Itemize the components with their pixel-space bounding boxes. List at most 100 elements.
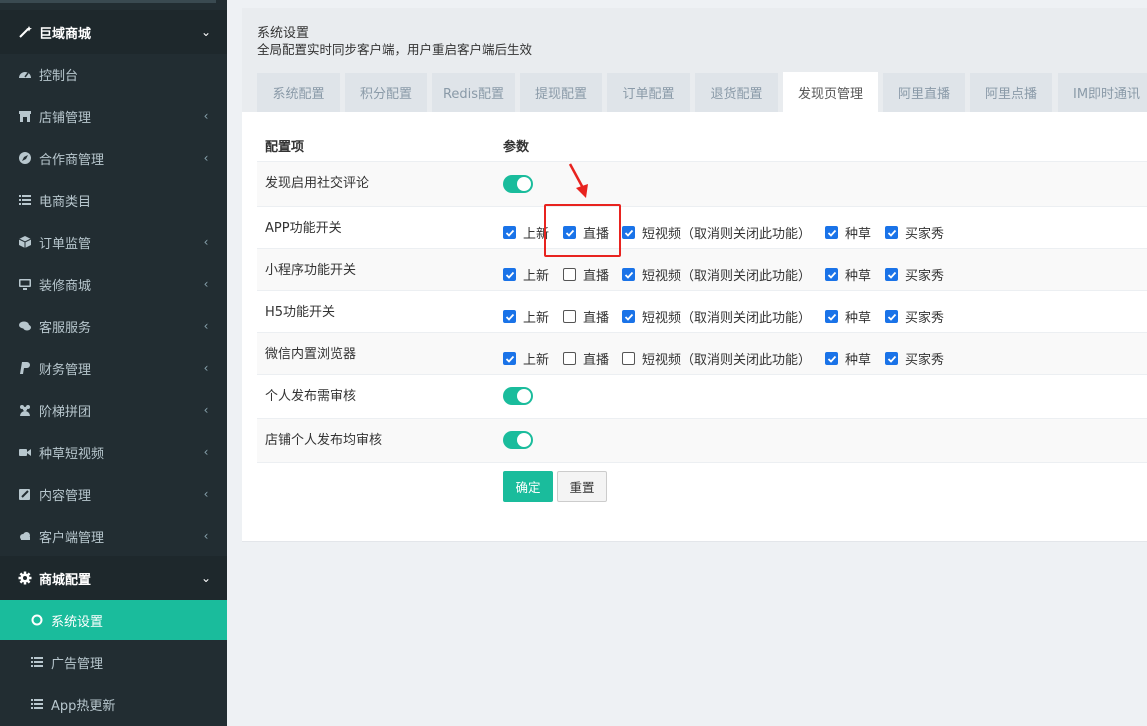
checkbox-box[interactable]	[885, 226, 898, 239]
sidebar-item-6[interactable]: 装修商城 ‹	[0, 263, 227, 305]
main-content: 系统设置 全局配置实时同步客户端，用户重启客户端后生效 系统配置 积分配置 Redi…	[227, 0, 1147, 726]
tab-8[interactable]: 阿里点播	[970, 73, 1052, 112]
sidebar: 巨域商城 ⌄ 控制台 店铺管理 ‹ 合作商管理 ‹ 电商类目 订单监管 ‹ 装修商城 ‹ 客服服务 ‹ 财务…	[0, 0, 227, 726]
sidebar-item-2[interactable]: 店铺管理 ‹	[0, 95, 227, 137]
checkbox-option[interactable]: 直播	[563, 349, 609, 368]
sidebar-item-label: 种草短视频	[39, 446, 105, 462]
checkbox-box[interactable]	[885, 352, 898, 365]
toggle-switch[interactable]	[503, 387, 533, 405]
checkbox-option[interactable]: 买家秀	[885, 265, 944, 284]
tab-5[interactable]: 退货配置	[695, 73, 778, 112]
checkbox-option[interactable]: 买家秀	[885, 223, 944, 242]
checkbox-box[interactable]	[622, 226, 635, 239]
table-row: 发现启用社交评论	[257, 161, 1147, 206]
checkbox-option[interactable]: 种草	[825, 223, 871, 242]
toggle-switch[interactable]	[503, 175, 533, 193]
sidebar-item-3[interactable]: 合作商管理 ‹	[0, 137, 227, 179]
checkbox-option[interactable]: 短视频（取消则关闭此功能）	[622, 223, 811, 242]
checkbox-box[interactable]	[563, 310, 576, 323]
checkbox-box[interactable]	[563, 226, 576, 239]
checkbox-box[interactable]	[503, 310, 516, 323]
tab-9[interactable]: IM即时通讯	[1058, 73, 1147, 112]
confirm-button[interactable]: 确定	[503, 471, 553, 502]
sidebar-item-13[interactable]: 商城配置 ⌄	[0, 556, 227, 600]
checkbox-box[interactable]	[885, 310, 898, 323]
checkbox-box[interactable]	[825, 352, 838, 365]
checkbox-option[interactable]: 直播	[563, 307, 609, 326]
checkbox-option[interactable]: 种草	[825, 307, 871, 326]
checkbox-box[interactable]	[563, 268, 576, 281]
checkbox-option[interactable]: 买家秀	[885, 349, 944, 368]
sidebar-item-0[interactable]: 巨域商城 ⌄	[0, 10, 227, 54]
checkbox-box[interactable]	[503, 226, 516, 239]
circle-icon	[30, 613, 44, 627]
checkbox-option[interactable]: 买家秀	[885, 307, 944, 326]
sidebar-item-arrow: ‹	[203, 487, 209, 501]
checkbox-label: 直播	[583, 227, 610, 242]
checkbox-option[interactable]: 种草	[825, 265, 871, 284]
sidebar-item-11[interactable]: 内容管理 ‹	[0, 473, 227, 515]
sidebar-item-label: 广告管理	[51, 656, 104, 672]
sidebar-item-8[interactable]: 财务管理 ‹	[0, 347, 227, 389]
tab-6[interactable]: 发现页管理	[783, 72, 878, 112]
checkbox-option[interactable]: 上新	[503, 349, 549, 368]
checkbox-option[interactable]: 直播	[563, 223, 609, 242]
checkbox-label: 上新	[523, 353, 550, 368]
compass-icon	[18, 151, 32, 165]
checkbox-option[interactable]: 上新	[503, 223, 549, 242]
checkbox-label: 买家秀	[905, 269, 945, 284]
checkbox-box[interactable]	[622, 352, 635, 365]
sidebar-item-15[interactable]: 广告管理	[0, 641, 227, 683]
checkbox-box[interactable]	[503, 352, 516, 365]
sidebar-item-9[interactable]: 阶梯拼团 ‹	[0, 389, 227, 431]
checkbox-label: 买家秀	[905, 311, 945, 326]
checkbox-option[interactable]: 短视频（取消则关闭此功能）	[622, 307, 811, 326]
checkbox-box[interactable]	[885, 268, 898, 281]
tab-7[interactable]: 阿里直播	[883, 73, 965, 112]
checkbox-option[interactable]: 上新	[503, 265, 549, 284]
checkbox-label: 上新	[523, 269, 550, 284]
table-bottom-border	[257, 462, 1147, 463]
reset-button[interactable]: 重置	[557, 471, 607, 502]
sidebar-item-label: 订单监管	[39, 236, 92, 252]
checkbox-option[interactable]: 直播	[563, 265, 609, 284]
sidebar-item-10[interactable]: 种草短视频 ‹	[0, 431, 227, 473]
store-icon	[18, 109, 32, 123]
checkbox-label: 直播	[583, 353, 610, 368]
sidebar-item-7[interactable]: 客服服务 ‹	[0, 305, 227, 347]
sidebar-item-12[interactable]: 客户端管理 ‹	[0, 515, 227, 557]
checkbox-option[interactable]: 上新	[503, 307, 549, 326]
tab-0[interactable]: 系统配置	[257, 73, 340, 112]
tab-2[interactable]: Redis配置	[432, 73, 515, 112]
checkbox-box[interactable]	[825, 310, 838, 323]
sidebar-item-5[interactable]: 订单监管 ‹	[0, 221, 227, 263]
tab-4[interactable]: 订单配置	[607, 73, 690, 112]
toggle-switch[interactable]	[503, 431, 533, 449]
users-icon	[18, 403, 32, 417]
checkbox-label: 种草	[845, 311, 872, 326]
checkbox-box[interactable]	[563, 352, 576, 365]
sidebar-item-14[interactable]: 系统设置	[0, 600, 227, 640]
checkbox-option[interactable]: 短视频（取消则关闭此功能）	[622, 265, 811, 284]
checkbox-box[interactable]	[622, 268, 635, 281]
tab-1[interactable]: 积分配置	[345, 73, 427, 112]
sidebar-item-4[interactable]: 电商类目	[0, 179, 227, 221]
checkbox-box[interactable]	[622, 310, 635, 323]
comments-icon	[18, 319, 32, 333]
table-row: 微信内置浏览器 上新 直播 短视频（取消则关闭此功能） 种草 买家秀	[257, 332, 1147, 374]
checkbox-label: 种草	[845, 227, 872, 242]
sidebar-item-1[interactable]: 控制台	[0, 53, 227, 95]
checkbox-box[interactable]	[503, 268, 516, 281]
checkbox-option[interactable]: 短视频（取消则关闭此功能）	[622, 349, 811, 368]
sidebar-item-16[interactable]: App热更新	[0, 683, 227, 725]
panel-header: 系统设置 全局配置实时同步客户端，用户重启客户端后生效 系统配置 积分配置 Redi…	[242, 8, 1147, 112]
page-subtitle: 全局配置实时同步客户端，用户重启客户端后生效	[257, 42, 533, 57]
sidebar-item-arrow: ⌄	[201, 571, 212, 585]
checkbox-option[interactable]: 种草	[825, 349, 871, 368]
sidebar-item-arrow: ⌄	[201, 25, 212, 39]
tab-3[interactable]: 提现配置	[520, 73, 602, 112]
sidebar-top-divider	[0, 0, 216, 3]
checkbox-box[interactable]	[825, 226, 838, 239]
checkbox-label: 短视频（取消则关闭此功能）	[642, 269, 812, 284]
checkbox-box[interactable]	[825, 268, 838, 281]
